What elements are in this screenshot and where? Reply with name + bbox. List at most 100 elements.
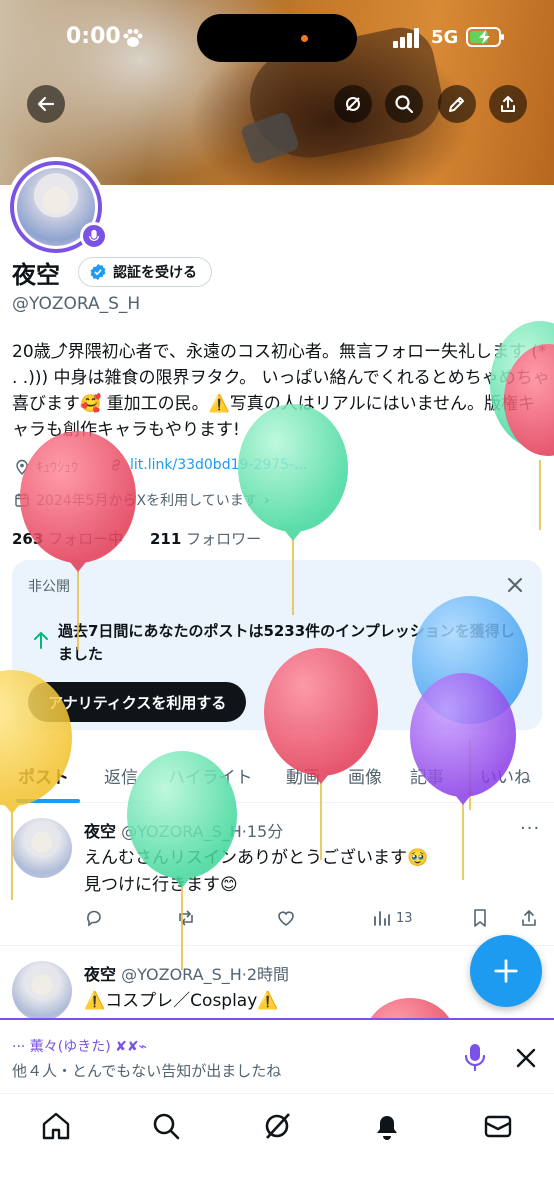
- post-avatar[interactable]: [12, 818, 72, 878]
- close-card-button[interactable]: [504, 574, 526, 596]
- spaces-title: 他４人・とんでもない告知が出ましたね: [12, 1062, 282, 1080]
- views-button[interactable]: 13: [372, 908, 413, 928]
- post-item[interactable]: 夜空 @YOZORA_S_H·15分 ··· えんむさんリスインありがとうござい…: [0, 804, 554, 946]
- compose-icon: [494, 959, 518, 983]
- impressions-message: 過去7日間にあなたのポストは5233件のインプレッションを獲得しました: [58, 622, 515, 663]
- joined-row: 2024年5月からXを利用しています ›: [14, 490, 270, 510]
- views-icon: [374, 911, 390, 926]
- private-label: 非公開: [28, 579, 70, 595]
- post-author[interactable]: 夜空: [84, 965, 116, 984]
- search-icon: [395, 95, 414, 114]
- repost-button[interactable]: [176, 908, 196, 928]
- grok-icon: [346, 97, 360, 111]
- active-tab-indicator: [16, 799, 80, 803]
- nav-messages[interactable]: [482, 1110, 514, 1142]
- post-text-line1: ⚠️コスプレ／Cosplay⚠️: [84, 991, 279, 1011]
- nav-home[interactable]: [40, 1110, 72, 1142]
- more-options-icon[interactable]: ···: [520, 818, 540, 839]
- signal-icon: [393, 28, 423, 48]
- bookmark-button[interactable]: [470, 908, 490, 928]
- post-header: 夜空 @YOZORA_S_H·15分: [84, 818, 283, 842]
- analytics-card: 非公開 過去7日間にあなたのポストは5233件のインプレッションを獲得しました …: [12, 560, 542, 730]
- battery-icon: [466, 26, 506, 48]
- following-link[interactable]: 263 フォロー中: [12, 528, 123, 549]
- analytics-button[interactable]: アナリティクスを利用する: [28, 682, 247, 722]
- grok-button[interactable]: [334, 85, 372, 123]
- link-row[interactable]: lit.link/33d0bd19-2975-...: [108, 457, 307, 473]
- nav-search[interactable]: [150, 1110, 182, 1142]
- edit-button[interactable]: [438, 85, 476, 123]
- profile-handle: @YOZORA_S_H: [12, 294, 141, 314]
- tab-likes[interactable]: いいね: [480, 763, 531, 788]
- close-icon: [516, 1048, 536, 1068]
- compose-button[interactable]: [470, 935, 542, 1007]
- reply-icon: [87, 910, 101, 927]
- spaces-badge[interactable]: [80, 222, 108, 250]
- search-icon: [153, 1113, 180, 1140]
- network-label: 5G: [431, 27, 459, 48]
- get-verified-label: 認証を受ける: [113, 265, 197, 281]
- tab-videos[interactable]: 動画: [286, 763, 320, 788]
- calendar-icon: [15, 493, 29, 507]
- reply-button[interactable]: [84, 908, 104, 928]
- tab-highlights[interactable]: ハイライト: [168, 763, 253, 788]
- post-share-button[interactable]: [519, 908, 539, 928]
- spaces-host: ··· 薫々(ゆきた) ✘✘⌁: [12, 1039, 148, 1055]
- edit-icon: [449, 97, 464, 112]
- like-icon: [278, 911, 294, 926]
- followers-count: 211: [150, 530, 182, 548]
- tab-posts[interactable]: ポスト: [18, 763, 69, 788]
- home-icon: [42, 1112, 70, 1140]
- spaces-mic-button[interactable]: [462, 1042, 488, 1072]
- arrow-up-icon: [32, 630, 50, 650]
- nav-notifications[interactable]: [371, 1110, 403, 1142]
- chevron-right-icon[interactable]: ›: [264, 491, 270, 509]
- post-time: ·2時間: [241, 965, 290, 984]
- share-icon: [522, 910, 536, 926]
- tab-images[interactable]: 画像: [348, 763, 382, 788]
- notifications-icon: [377, 1116, 397, 1140]
- following-count: 263: [12, 530, 44, 548]
- bookmark-icon: [474, 909, 486, 927]
- location-icon: [16, 459, 28, 475]
- paw-icon: [122, 28, 144, 48]
- verified-icon: [90, 263, 106, 281]
- spaces-dock[interactable]: ··· 薫々(ゆきた) ✘✘⌁ 他４人・とんでもない告知が出ましたね: [0, 1018, 554, 1092]
- location-text: ｷｭｳｼｭｳ: [36, 460, 78, 476]
- post-handle: @YOZORA_S_H: [121, 822, 242, 841]
- post-author[interactable]: 夜空: [84, 822, 116, 841]
- display-name: 夜空: [12, 261, 60, 289]
- repost-icon: [179, 910, 193, 926]
- followers-label: フォロワー: [186, 530, 262, 548]
- tab-replies[interactable]: 返信: [104, 763, 138, 788]
- post-avatar[interactable]: [12, 961, 72, 1019]
- get-verified-button[interactable]: 認証を受ける: [78, 257, 212, 287]
- post-text-line1: えんむさんリスインありがとうございます🥹: [84, 848, 429, 868]
- back-icon: [37, 96, 55, 112]
- profile-bio: 20歳⤴︎界隈初心者で、永遠のコス初心者。無言フォロー失礼します (* . .)…: [12, 342, 550, 440]
- followers-link[interactable]: 211 フォロワー: [150, 528, 261, 549]
- back-button[interactable]: [27, 85, 65, 123]
- following-label: フォロー中: [48, 530, 124, 548]
- spaces-close-button[interactable]: [514, 1046, 538, 1070]
- tab-articles[interactable]: 記事: [410, 763, 444, 788]
- views-count: 13: [396, 910, 413, 926]
- joined-text: 2024年5月からXを利用しています: [36, 493, 258, 509]
- search-button[interactable]: [385, 85, 423, 123]
- share-button[interactable]: [489, 85, 527, 123]
- nav-grok[interactable]: [261, 1110, 293, 1142]
- post-text-line2: 見つけに行きます😊: [84, 875, 238, 895]
- post-item[interactable]: 夜空 @YOZORA_S_H·2時間 ⚠️コスプレ／Cosplay⚠️: [0, 947, 554, 1019]
- share-icon: [501, 96, 515, 112]
- post-handle: @YOZORA_S_H: [121, 965, 242, 984]
- status-time: 0:00: [66, 24, 121, 49]
- dynamic-island: [197, 14, 357, 62]
- location-row: ｷｭｳｼｭｳ: [14, 457, 78, 477]
- like-button[interactable]: [276, 908, 296, 928]
- link-icon: [111, 459, 121, 471]
- post-header: 夜空 @YOZORA_S_H·2時間: [84, 961, 289, 985]
- mic-icon: [88, 229, 100, 242]
- profile-link[interactable]: lit.link/33d0bd19-2975-...: [130, 457, 307, 473]
- messages-icon: [484, 1115, 512, 1138]
- close-icon: [508, 578, 522, 592]
